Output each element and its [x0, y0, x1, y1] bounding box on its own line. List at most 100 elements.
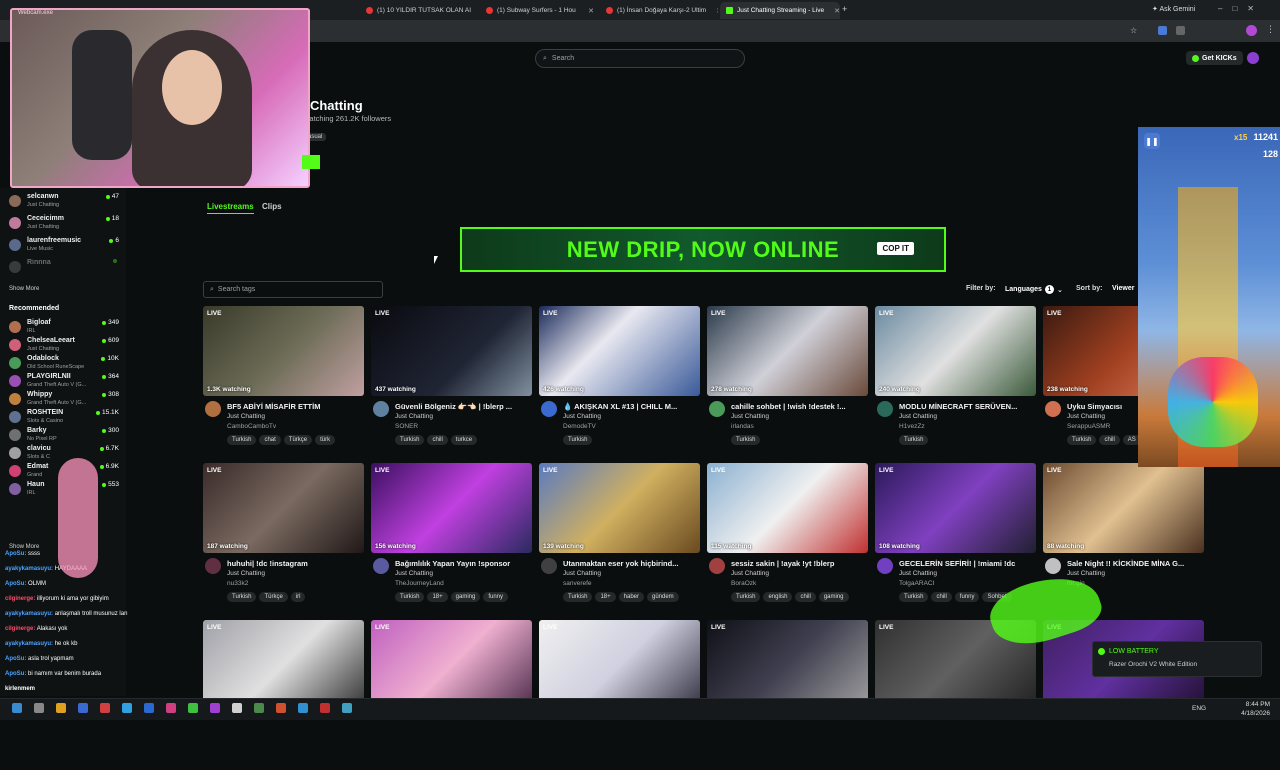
stream-title[interactable]: sessiz sakin | !ayak !yt !blerp: [731, 559, 868, 568]
stream-thumbnail[interactable]: LIVE 115 watching: [707, 463, 868, 553]
stream-thumbnail[interactable]: LIVE 108 watching: [875, 463, 1036, 553]
taskbar-app-icon[interactable]: [342, 703, 352, 713]
taskbar-app-icon[interactable]: [232, 703, 242, 713]
sort-dropdown[interactable]: Viewer: [1112, 285, 1134, 292]
channel-name[interactable]: BoraOzk: [731, 580, 756, 587]
stream-card[interactable]: LIVE 156 watching Bağımlılık Yapan Yayın !…: [371, 463, 532, 613]
new-tab-icon[interactable]: +: [842, 4, 847, 14]
taskbar-app-icon[interactable]: [298, 703, 308, 713]
profile-avatar-icon[interactable]: [1246, 25, 1257, 36]
stream-tag[interactable]: 18+: [427, 592, 448, 602]
sidebar-channel[interactable]: selcanwn Just Chatting 47: [9, 193, 121, 213]
chat-username[interactable]: cilginerge:: [5, 596, 35, 602]
channel-name[interactable]: CamboCamboTv: [227, 423, 276, 430]
channel-avatar[interactable]: [541, 401, 557, 417]
channel-avatar[interactable]: [709, 401, 725, 417]
stream-thumbnail[interactable]: LIVE: [371, 620, 532, 710]
stream-tag[interactable]: gaming: [450, 592, 481, 602]
taskbar-app-icon[interactable]: [12, 703, 22, 713]
channel-avatar[interactable]: [709, 558, 725, 574]
stream-category[interactable]: Just Chatting: [395, 413, 433, 420]
stream-thumbnail[interactable]: LIVE 1.3K watching: [203, 306, 364, 396]
taskbar-app-icon[interactable]: [188, 703, 198, 713]
extension-icon[interactable]: [1176, 26, 1185, 35]
channel-avatar[interactable]: [205, 558, 221, 574]
browser-tab-1[interactable]: (1) 10 YILDIR TUTSAK OLAN AI ✕: [360, 2, 480, 19]
stream-thumbnail[interactable]: LIVE: [539, 620, 700, 710]
stream-tag[interactable]: Turkish: [395, 435, 425, 445]
stream-tag[interactable]: Türkçe: [259, 592, 288, 602]
close-tab-icon[interactable]: ✕: [582, 7, 594, 15]
chat-username[interactable]: ayakykamasuyu:: [5, 641, 53, 647]
channel-avatar[interactable]: [373, 401, 389, 417]
stream-thumbnail[interactable]: LIVE 139 watching: [539, 463, 700, 553]
low-battery-toast[interactable]: LOW BATTERY Razer Orochi V2 White Editio…: [1092, 641, 1262, 677]
stream-card[interactable]: LIVE: [875, 620, 1036, 770]
stream-tag[interactable]: funny: [483, 592, 509, 602]
stream-title[interactable]: BF5 ABİYİ MİSAFİR ETTİM: [227, 402, 364, 411]
language-indicator[interactable]: ENG: [1192, 705, 1206, 712]
taskbar-app-icon[interactable]: [144, 703, 154, 713]
stream-category[interactable]: Just Chatting: [1067, 570, 1105, 577]
channel-name[interactable]: H1vezZz: [899, 423, 925, 430]
stream-title[interactable]: Bağımlılık Yapan Yayın !sponsor: [395, 559, 532, 568]
stream-card[interactable]: LIVE 139 watching Utanmaktan eser yok hiçb…: [539, 463, 700, 613]
stream-tag[interactable]: Turkish: [1067, 435, 1097, 445]
sidebar-channel[interactable]: Whippy Grand Theft Auto V (G... 308: [9, 391, 121, 411]
channel-avatar[interactable]: [877, 558, 893, 574]
stream-card[interactable]: LIVE: [707, 620, 868, 770]
stream-category[interactable]: Just Chatting: [395, 570, 433, 577]
stream-title[interactable]: Sale Night !! KİCKİNDE MİNA G...: [1067, 559, 1204, 568]
stream-tag[interactable]: Türkçe: [283, 435, 313, 445]
channel-name[interactable]: SONER: [395, 423, 418, 430]
chat-username[interactable]: ApoSu:: [5, 656, 26, 662]
channel-name[interactable]: nu33k2: [227, 580, 248, 587]
stream-tag[interactable]: Turkish: [731, 435, 761, 445]
sidebar-channel[interactable]: Rinnna: [9, 259, 121, 279]
ask-gemini-button[interactable]: ✦ Ask Gemini: [1152, 5, 1195, 13]
cop-it-button[interactable]: COP IT: [877, 242, 914, 255]
get-kicks-button[interactable]: Get KICKs: [1186, 51, 1243, 65]
stream-category[interactable]: Just Chatting: [731, 570, 769, 577]
browser-menu-icon[interactable]: ⋮: [1266, 24, 1275, 35]
stream-thumbnail[interactable]: LIVE 88 watching: [1043, 463, 1204, 553]
stream-card[interactable]: LIVE 240 watching MODLU MİNECRAFT SERÜVEN.…: [875, 306, 1036, 456]
chat-username[interactable]: ayakykamasuyu:: [5, 566, 53, 572]
stream-thumbnail[interactable]: LIVE 426 watching: [539, 306, 700, 396]
tag-search-input[interactable]: ⌕ Search tags: [203, 281, 383, 298]
channel-name[interactable]: SerappuASMR: [1067, 423, 1110, 430]
stream-card[interactable]: LIVE: [203, 620, 364, 770]
taskbar-app-icon[interactable]: [78, 703, 88, 713]
stream-tag[interactable]: Turkish: [731, 592, 761, 602]
taskbar-app-icon[interactable]: [100, 703, 110, 713]
channel-name[interactable]: DemodeTV: [563, 423, 596, 430]
taskbar-clock[interactable]: 8:44 PM 4/18/2026: [1241, 700, 1270, 718]
browser-tab-2[interactable]: (1) Subway Surfers - 1 Hou ✕: [480, 2, 600, 19]
stream-thumbnail[interactable]: LIVE 156 watching: [371, 463, 532, 553]
stream-title[interactable]: Utanmaktan eser yok hiçbirind...: [563, 559, 700, 568]
promo-banner[interactable]: NEW DRIP, NOW ONLINE COP IT: [460, 227, 946, 272]
taskbar-app-icon[interactable]: [56, 703, 66, 713]
channel-name[interactable]: TolgaARACI: [899, 580, 934, 587]
sidebar-channel[interactable]: ROSHTEIN Slots & Casino 15.1K: [9, 409, 121, 429]
stream-card[interactable]: LIVE 278 watching cahille sohbet | !wish !…: [707, 306, 868, 456]
stream-tag[interactable]: Turkish: [563, 435, 593, 445]
close-tab-icon[interactable]: ✕: [828, 7, 840, 15]
window-controls-icon[interactable]: –□✕: [1218, 4, 1264, 13]
stream-tag[interactable]: Turkish: [899, 592, 929, 602]
close-tab-icon[interactable]: ✕: [710, 7, 718, 15]
stream-title[interactable]: 💧 AKIŞKAN XL #13 | CHILL M...: [563, 402, 700, 411]
stream-category[interactable]: Just Chatting: [1067, 413, 1105, 420]
stream-title[interactable]: Güvenli Bölgeniz 👉🏻👈🏻 | !blerp ...: [395, 402, 532, 411]
channel-avatar[interactable]: [1045, 558, 1061, 574]
stream-title[interactable]: GECELERİN SEFİRİ! | !miami !dc: [899, 559, 1036, 568]
sidebar-channel[interactable]: laurenfreemusic Live Music 6: [9, 237, 121, 257]
channel-avatar[interactable]: [877, 401, 893, 417]
stream-category[interactable]: Just Chatting: [563, 570, 601, 577]
channel-name[interactable]: TheJourneyLand: [395, 580, 444, 587]
stream-tag[interactable]: Turkish: [227, 592, 257, 602]
stream-tag[interactable]: chill: [1099, 435, 1120, 445]
tab-livestreams[interactable]: Livestreams: [207, 202, 254, 211]
stream-tag[interactable]: gündem: [647, 592, 679, 602]
sidebar-channel[interactable]: Ceceicimm Just Chatting 18: [9, 215, 121, 235]
